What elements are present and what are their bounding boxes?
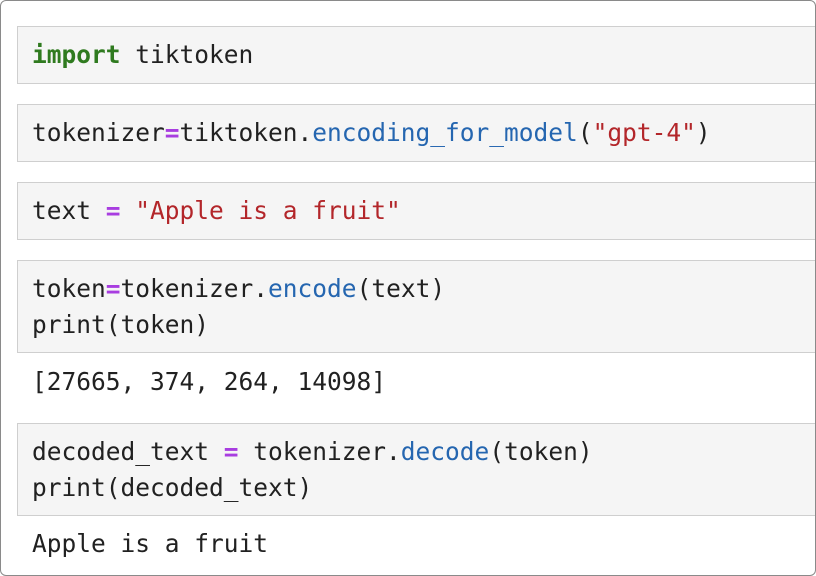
code-token-function: encoding_for_model <box>312 118 578 147</box>
code-line: print(token) <box>18 307 815 343</box>
code-token-keyword: import <box>32 40 121 69</box>
cell-output-tokens: [27665, 374, 264, 14098] <box>32 367 387 396</box>
code-line: token=tokenizer.encode(text) <box>18 271 815 307</box>
code-token: text <box>32 196 106 225</box>
code-token: token <box>32 274 106 303</box>
cell-output-decoded-text: Apple is a fruit <box>32 529 269 558</box>
code-line: decoded_text = tokenizer.decode(token) <box>18 434 815 470</box>
code-token: tokenizer. <box>238 437 401 466</box>
code-token-string: "Apple is a fruit" <box>135 196 401 225</box>
code-token: print(token) <box>32 310 210 339</box>
code-token-function: decode <box>400 437 490 466</box>
code-token: tokenizer <box>32 118 165 147</box>
code-token: (token) <box>489 437 593 466</box>
code-token: decoded_text <box>32 437 224 466</box>
code-cell-text[interactable]: text = "Apple is a fruit" <box>17 182 815 240</box>
code-token: tiktoken <box>120 40 254 69</box>
code-token: tiktoken. <box>179 118 313 147</box>
code-cell-tokenizer[interactable]: tokenizer=tiktoken.encoding_for_model("g… <box>17 104 815 162</box>
code-cell-encode[interactable]: token=tokenizer.encode(text) print(token… <box>17 260 815 353</box>
code-token-operator: = <box>105 196 121 225</box>
code-cell-decode[interactable]: decoded_text = tokenizer.decode(token) p… <box>17 423 815 516</box>
code-token: ) <box>695 118 711 147</box>
code-token: ( <box>577 118 593 147</box>
code-token: tokenizer. <box>120 274 269 303</box>
code-token-operator: = <box>105 274 121 303</box>
code-token-function: encode <box>268 274 357 303</box>
code-token-operator: = <box>164 118 180 147</box>
code-token-operator: = <box>223 437 239 466</box>
notebook-frame: import tiktoken tokenizer=tiktoken.encod… <box>0 0 816 576</box>
code-line: tokenizer=tiktoken.encoding_for_model("g… <box>18 115 815 151</box>
code-line: print(decoded_text) <box>18 470 815 506</box>
code-token-string: "gpt-4" <box>592 118 696 147</box>
code-line: import tiktoken <box>18 37 815 73</box>
code-cell-import[interactable]: import tiktoken <box>17 26 815 84</box>
code-token: (text) <box>356 274 446 303</box>
code-line: text = "Apple is a fruit" <box>18 193 815 229</box>
code-token: print(decoded_text) <box>32 473 313 502</box>
